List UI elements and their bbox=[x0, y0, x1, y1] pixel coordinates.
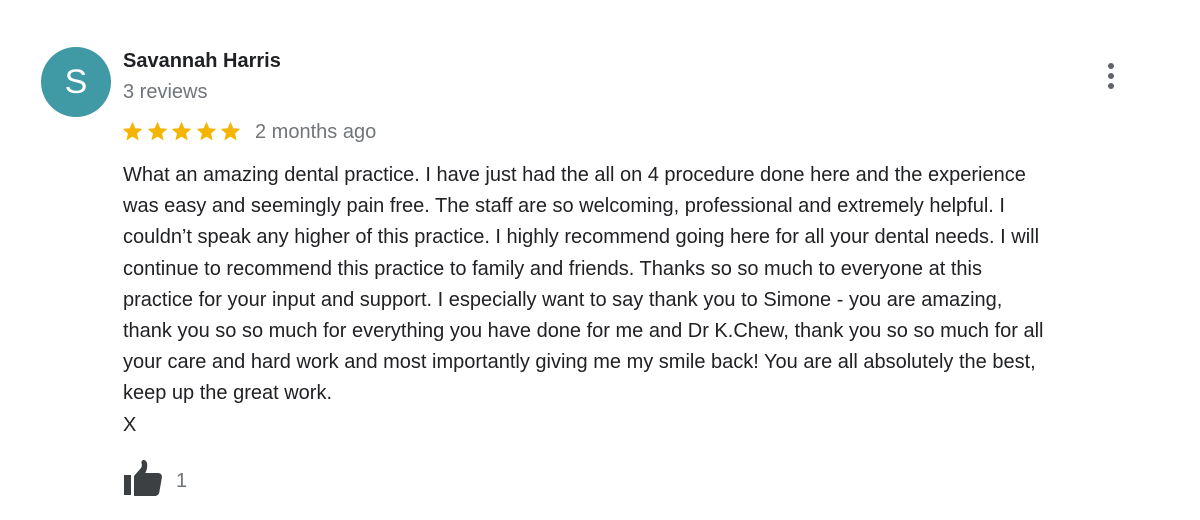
more-vert-icon-dot bbox=[1108, 83, 1114, 89]
review-count[interactable]: 3 reviews bbox=[123, 79, 207, 105]
more-options-button[interactable] bbox=[1098, 60, 1124, 92]
like-count: 1 bbox=[176, 470, 188, 492]
star-rating bbox=[121, 117, 244, 145]
star-icon bbox=[196, 121, 216, 140]
avatar-initial: S bbox=[64, 63, 88, 101]
avatar[interactable]: S bbox=[41, 47, 111, 117]
star-icon bbox=[220, 121, 241, 140]
reviewer-name[interactable]: Savannah Harris bbox=[123, 48, 281, 74]
thumbs-up-icon bbox=[124, 460, 162, 496]
like-button[interactable] bbox=[122, 459, 164, 497]
star-icon bbox=[122, 121, 143, 140]
review-card: S Savannah Harris 3 reviews 2 months ago… bbox=[0, 0, 1200, 520]
star-icon bbox=[171, 121, 192, 140]
star-icon bbox=[147, 121, 167, 140]
more-vert-icon bbox=[1108, 63, 1114, 69]
more-vert-icon-dot bbox=[1108, 73, 1114, 79]
review-text: What an amazing dental practice. I have … bbox=[123, 164, 1044, 436]
review-date: 2 months ago bbox=[255, 121, 377, 143]
